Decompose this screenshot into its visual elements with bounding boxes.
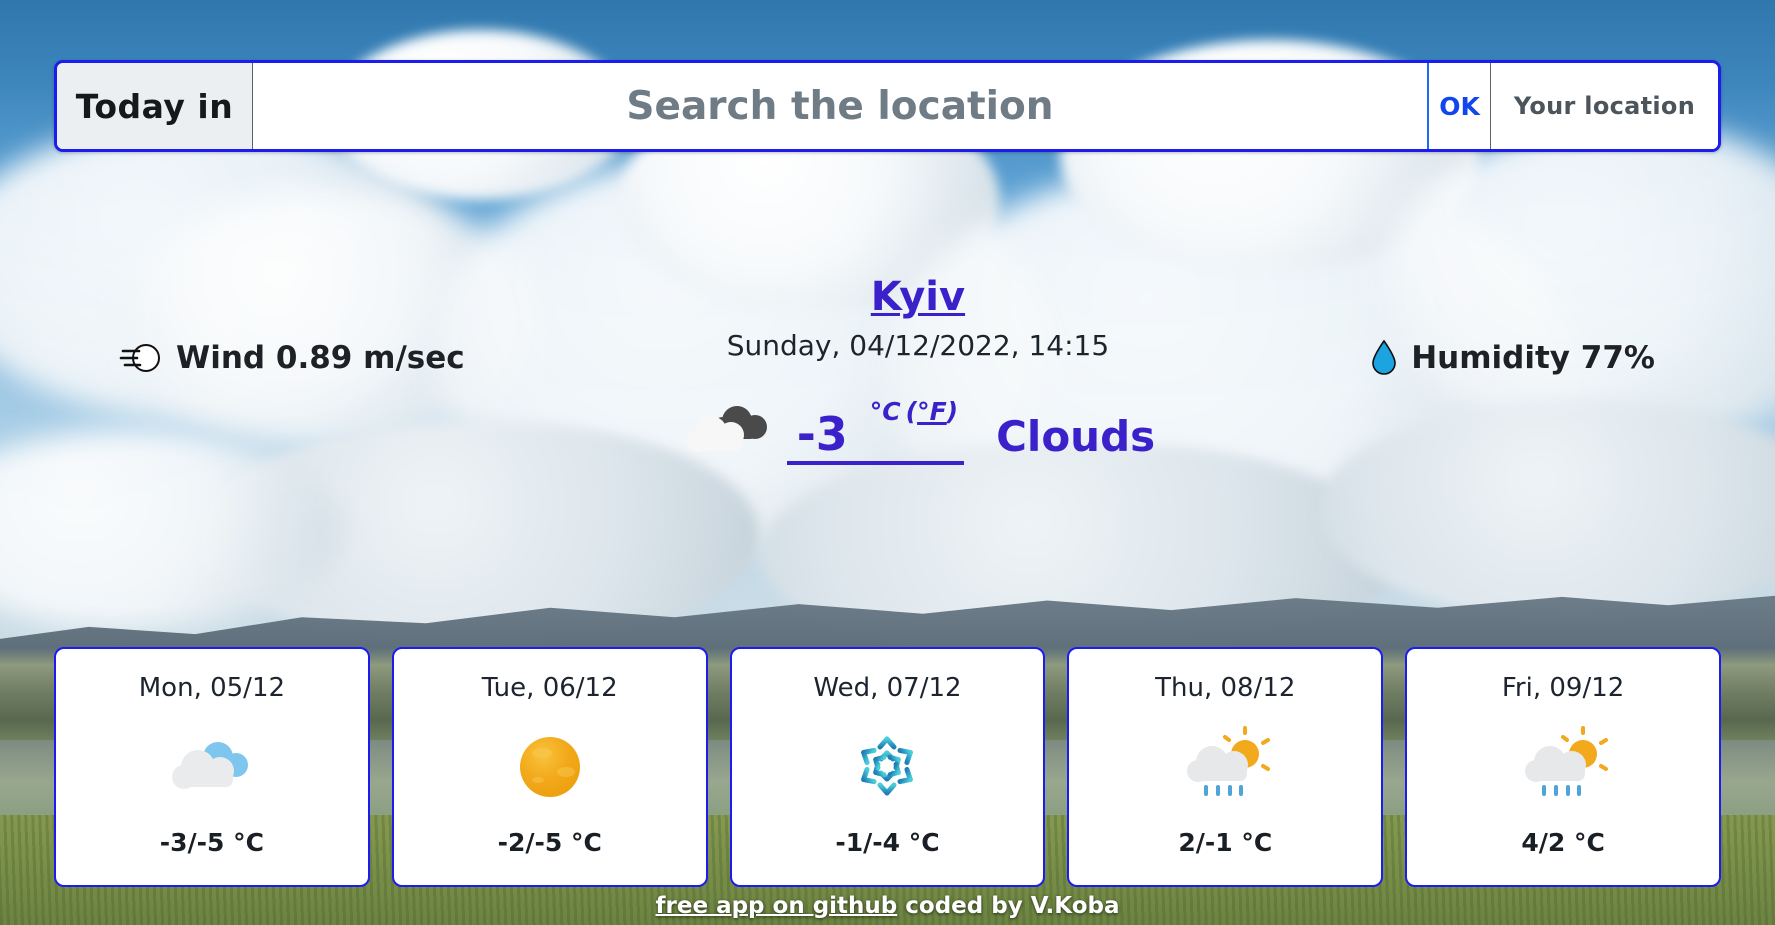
forecast-row: Mon, 05/12 -3/-5 °C Tue, 06/12 -2/-5 °C …	[54, 647, 1721, 887]
today-in-label: Today in	[57, 63, 253, 149]
sun-icon	[502, 727, 598, 805]
sun-rain-icon	[1515, 725, 1611, 805]
forecast-card[interactable]: Mon, 05/12 -3/-5 °C	[54, 647, 370, 887]
water-droplet-icon	[1371, 339, 1397, 376]
forecast-card[interactable]: Wed, 07/12 -1/-4 °C	[729, 647, 1046, 887]
unit-fahrenheit-toggle[interactable]: (°F)	[906, 397, 958, 426]
forecast-day-label: Fri, 09/12	[1501, 673, 1625, 703]
humidity-metric: Humidity 77%	[1371, 339, 1655, 376]
temperature-readout: -3 °C (°F)	[786, 395, 965, 465]
footer: free app on github coded by V.Koba	[0, 893, 1775, 919]
forecast-day-label: Thu, 08/12	[1155, 673, 1296, 703]
current-conditions-row: Wind 0.89 m/sec Kyiv Sunday, 04/12/2022,…	[0, 275, 1775, 465]
wind-metric: Wind 0.89 m/sec	[119, 340, 465, 376]
forecast-temp: -2/-5 °C	[497, 828, 602, 857]
sun-rain-icon	[1177, 725, 1273, 805]
weather-condition-text: Clouds	[996, 412, 1156, 461]
forecast-day-label: Wed, 07/12	[813, 673, 962, 703]
city-name[interactable]: Kyiv	[871, 275, 965, 319]
unit-fahrenheit-label: °F	[917, 397, 947, 426]
forecast-temp: -3/-5 °C	[159, 828, 265, 857]
forecast-card[interactable]: Tue, 06/12 -2/-5 °C	[391, 647, 708, 887]
temperature-value: -3	[796, 407, 848, 461]
weather-app: Today in OK Your location Wind 0.89 m/se…	[0, 0, 1775, 925]
search-bar: Today in OK Your location	[54, 60, 1721, 152]
snowflake-icon	[839, 727, 935, 805]
temperature-units: °C (°F)	[870, 395, 958, 426]
unit-celsius-label: °C	[869, 397, 901, 426]
wind-face-icon	[119, 341, 162, 375]
forecast-day-label: Mon, 05/12	[138, 673, 286, 703]
partly-cloudy-icon	[164, 727, 260, 805]
forecast-temp: 2/-1 °C	[1178, 828, 1273, 857]
forecast-temp: -1/-4 °C	[835, 828, 940, 857]
forecast-day-label: Tue, 06/12	[481, 673, 618, 703]
your-location-button[interactable]: Your location	[1491, 63, 1718, 149]
humidity-text: Humidity 77%	[1411, 340, 1655, 376]
footer-credit: coded by V.Koba	[897, 893, 1120, 919]
github-link[interactable]: free app on github	[656, 893, 898, 919]
current-center-column: Kyiv Sunday, 04/12/2022, 14:15 -3 °C (°F…	[681, 275, 1155, 465]
forecast-card[interactable]: Thu, 08/12 2/-1 °C	[1067, 647, 1384, 887]
forecast-temp: 4/2 °C	[1521, 828, 1605, 857]
forecast-card[interactable]: Fri, 09/12 4/2 °C	[1405, 647, 1721, 887]
wind-text: Wind 0.89 m/sec	[176, 340, 465, 376]
search-input[interactable]	[253, 63, 1427, 149]
current-datetime: Sunday, 04/12/2022, 14:15	[726, 329, 1110, 362]
ok-button[interactable]: OK	[1427, 63, 1491, 149]
temperature-block: -3 °C (°F) Clouds	[681, 395, 1155, 465]
clouds-icon	[681, 399, 777, 461]
